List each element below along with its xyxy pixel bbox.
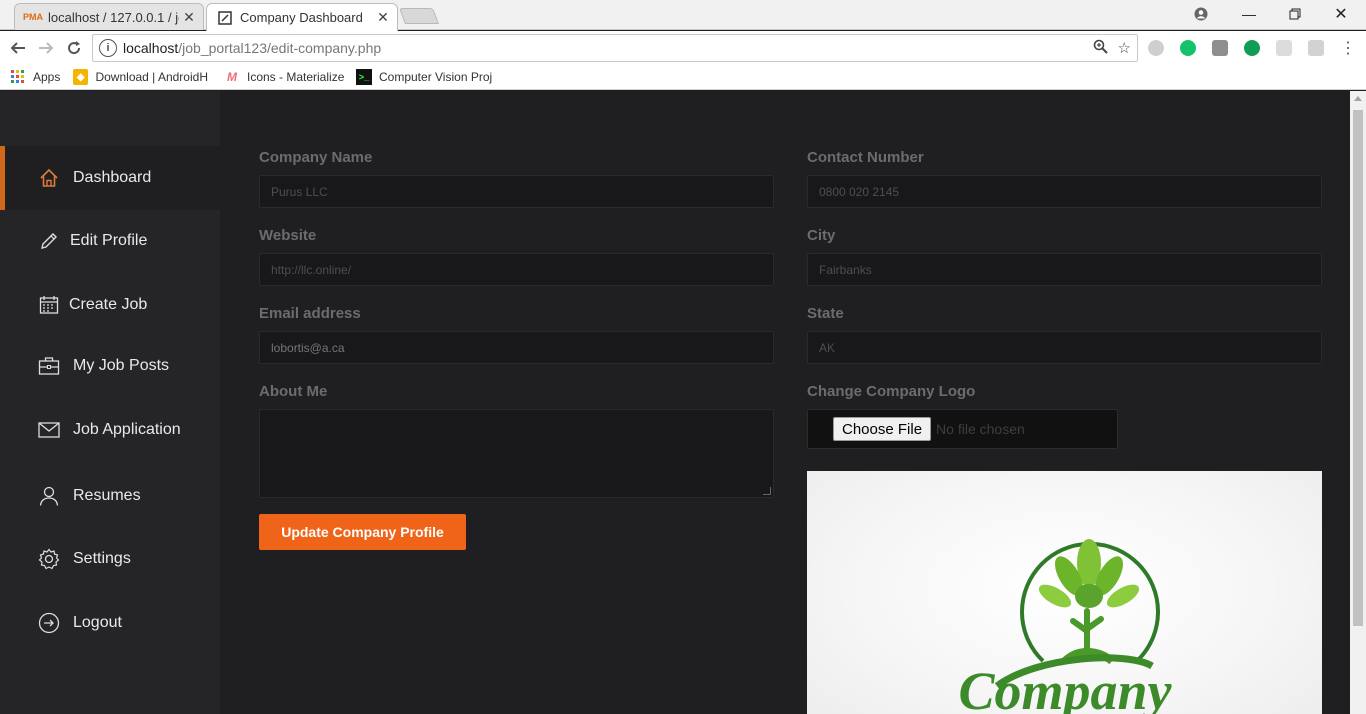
zoom-icon[interactable] (1093, 39, 1108, 58)
bookmark-star-icon[interactable]: ☆ (1118, 39, 1131, 58)
url-bar[interactable]: i localhost /job_portal123/edit-company.… (92, 34, 1138, 62)
tab-title: localhost / 127.0.0.1 / job (48, 9, 179, 25)
bookmark-label: Apps (33, 70, 61, 84)
bookmark-label: Download | AndroidH (95, 70, 208, 84)
sidebar-item-label: Job Application (73, 421, 181, 438)
close-window-icon[interactable]: ✕ (1318, 0, 1364, 28)
address-toolbar: i localhost /job_portal123/edit-company.… (0, 31, 1366, 64)
resize-handle[interactable] (763, 487, 771, 495)
company-name-input[interactable]: Purus LLC (259, 175, 774, 208)
profile-icon[interactable] (1178, 0, 1224, 28)
update-company-profile-button[interactable]: Update Company Profile (259, 514, 466, 550)
sidebar-item-label: Resumes (73, 487, 141, 504)
contact-number-input[interactable]: 0800 020 2145 (807, 175, 1322, 208)
forward-icon[interactable] (34, 36, 58, 60)
sidebar-item-settings[interactable]: Settings (0, 527, 220, 591)
file-status: No file chosen (936, 421, 1025, 437)
url-host: localhost (123, 40, 179, 56)
scroll-up-icon[interactable] (1354, 96, 1362, 101)
phpmyadmin-icon: PMA (23, 12, 43, 22)
tab-phpmyadmin[interactable]: PMA localhost / 127.0.0.1 / job ✕ (14, 3, 204, 30)
bookmark-icons-materialize[interactable]: M Icons - Materialize (224, 69, 344, 85)
bookmarks-bar: Apps ◆ Download | AndroidH M Icons - Mat… (0, 64, 1366, 90)
city-input[interactable]: Fairbanks (807, 253, 1322, 286)
sidebar: Dashboard Edit Profile Create Job My Job… (0, 91, 220, 714)
state-input[interactable]: AK (807, 331, 1322, 364)
sidebar-item-logout[interactable]: Logout (0, 591, 220, 655)
download-icon: ◆ (73, 69, 89, 85)
new-tab-button[interactable] (399, 8, 439, 24)
change-logo-label: Change Company Logo (807, 383, 976, 400)
bookmark-apps[interactable]: Apps (10, 69, 60, 85)
restore-icon[interactable] (1272, 0, 1318, 28)
logo-file-input[interactable]: Choose File No file chosen (807, 409, 1118, 449)
grammarly-icon[interactable] (1180, 40, 1196, 56)
sidebar-item-label: My Job Posts (73, 357, 170, 374)
sidebar-item-dashboard[interactable]: Dashboard (0, 146, 220, 210)
bookmark-label: Icons - Materialize (247, 70, 345, 84)
email-input[interactable]: lobortis@a.ca (259, 331, 774, 364)
pencil-icon (38, 230, 60, 252)
extension-icon[interactable] (1212, 40, 1228, 56)
sidebar-item-label: Dashboard (73, 169, 152, 186)
tab-title: Company Dashboard (240, 10, 363, 25)
tab-company-dashboard[interactable]: Company Dashboard ✕ (206, 3, 398, 31)
terminal-icon: >_ (356, 69, 372, 85)
sidebar-item-create-job[interactable]: Create Job (0, 273, 220, 337)
choose-file-button[interactable]: Choose File (833, 417, 932, 441)
state-label: State (807, 305, 844, 322)
url-path: /job_portal123/edit-company.php (178, 40, 382, 56)
user-icon (38, 485, 60, 507)
close-icon[interactable]: ✕ (373, 9, 393, 26)
sidebar-item-edit-profile[interactable]: Edit Profile (0, 209, 220, 273)
website-input[interactable]: http://llc.online/ (259, 253, 774, 286)
email-label: Email address (259, 305, 361, 322)
sidebar-item-my-job-posts[interactable]: My Job Posts (0, 334, 220, 398)
skype-icon[interactable] (1148, 40, 1164, 56)
about-me-label: About Me (259, 383, 328, 400)
page-scrollbar[interactable] (1350, 91, 1366, 714)
company-logo-image: Company (807, 471, 1322, 714)
sidebar-item-label: Logout (73, 614, 122, 631)
extension-icon[interactable] (1308, 40, 1324, 56)
company-name-label: Company Name (259, 149, 373, 166)
edit-company-form: Company Name Purus LLC Website http://ll… (220, 91, 1350, 714)
minimize-icon[interactable]: — (1226, 0, 1272, 28)
sidebar-item-label: Create Job (69, 296, 148, 313)
back-icon[interactable] (6, 36, 30, 60)
extension-icon[interactable] (1276, 40, 1292, 56)
sidebar-item-job-application[interactable]: Job Application (0, 398, 220, 462)
scroll-thumb[interactable] (1353, 110, 1363, 626)
info-icon[interactable]: i (99, 39, 117, 57)
bookmark-download-androidh[interactable]: ◆ Download | AndroidH (73, 69, 208, 85)
hangouts-icon[interactable] (1244, 40, 1260, 56)
reload-icon[interactable] (62, 36, 86, 60)
contact-number-label: Contact Number (807, 149, 924, 166)
menu-icon[interactable]: ⋮ (1336, 36, 1360, 60)
close-icon[interactable]: ✕ (179, 9, 199, 26)
apps-grid-icon (10, 69, 26, 85)
city-label: City (807, 227, 836, 244)
bookmark-computer-vision[interactable]: >_ Computer Vision Proj (356, 69, 493, 85)
website-label: Website (259, 227, 317, 244)
about-me-textarea[interactable] (259, 409, 774, 498)
page-content: Dashboard Edit Profile Create Job My Job… (0, 91, 1350, 714)
envelope-icon (38, 419, 60, 441)
materialize-icon: M (227, 70, 237, 84)
bookmark-label: Computer Vision Proj (379, 70, 493, 84)
tab-strip: PMA localhost / 127.0.0.1 / job ✕ Compan… (0, 0, 1366, 31)
calendar-icon (38, 294, 60, 316)
home-icon (38, 167, 60, 189)
gear-icon (38, 548, 60, 570)
briefcase-icon (38, 355, 60, 377)
logout-icon (38, 612, 60, 634)
sidebar-item-label: Settings (73, 550, 131, 567)
sidebar-item-resumes[interactable]: Resumes (0, 464, 220, 528)
page-icon (217, 10, 233, 26)
logo-wordmark: Company (958, 661, 1172, 714)
sidebar-item-label: Edit Profile (70, 232, 148, 249)
